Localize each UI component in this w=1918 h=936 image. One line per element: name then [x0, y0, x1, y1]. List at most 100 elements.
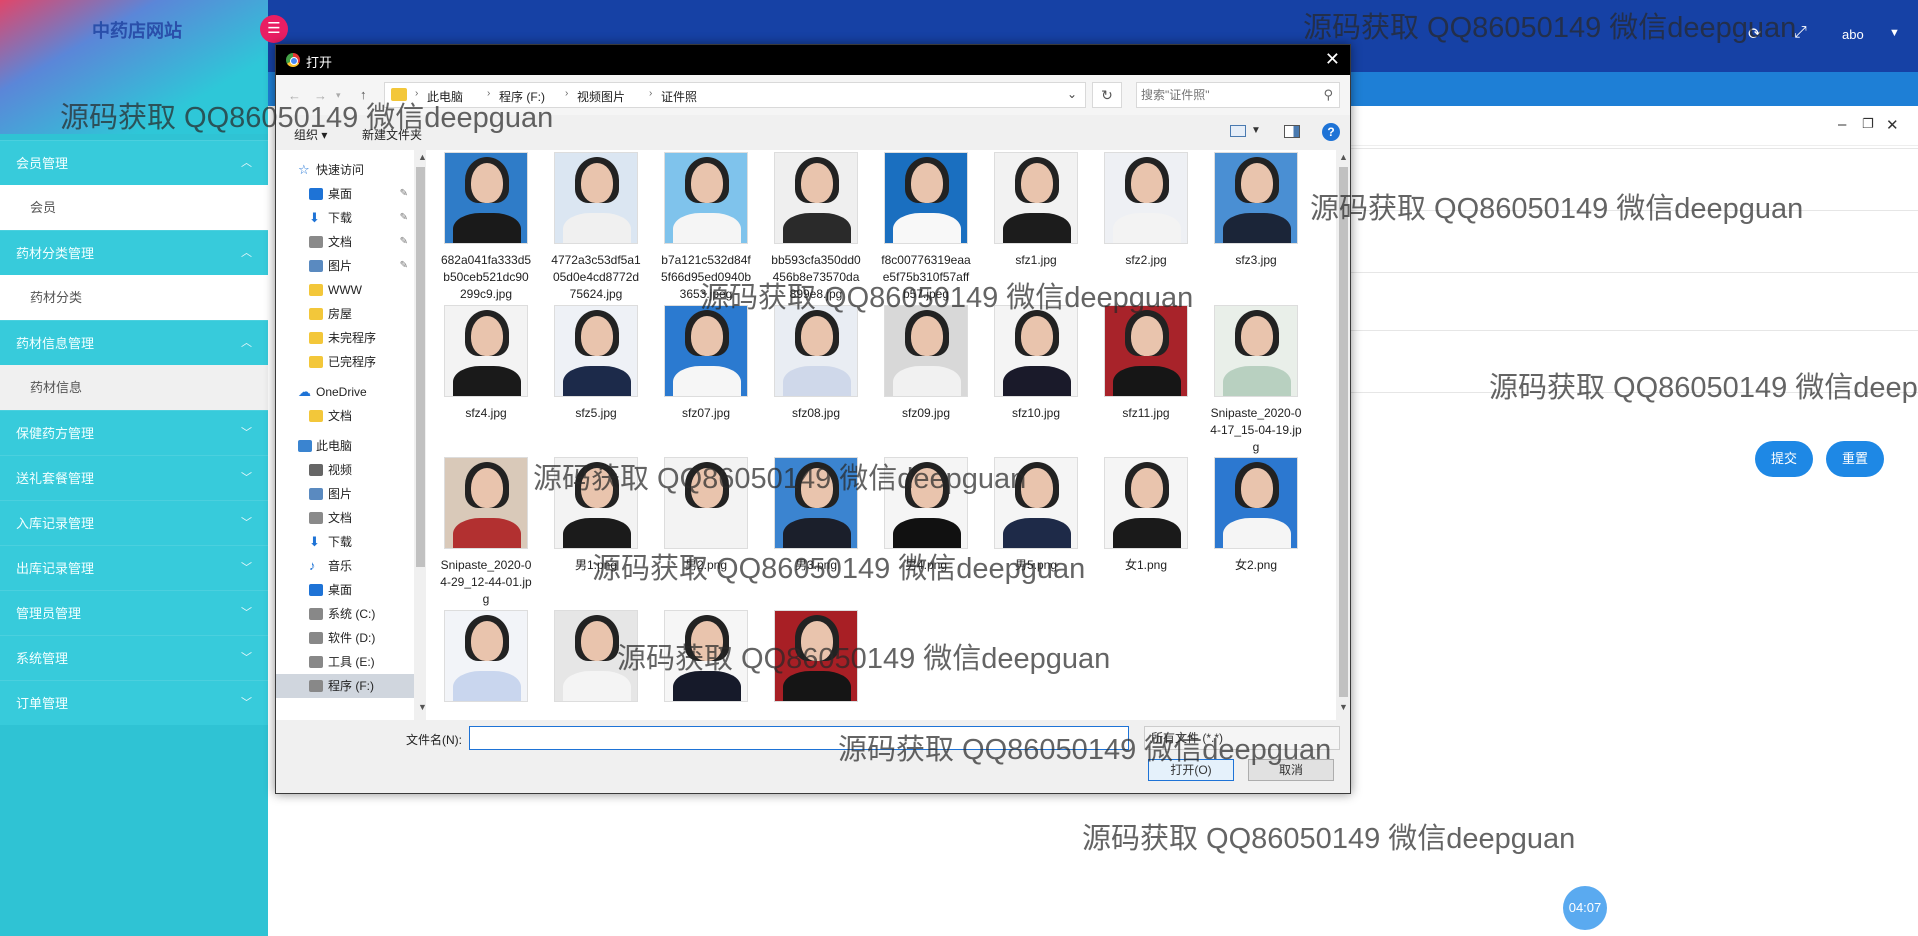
nav-item[interactable]: 图片 ✎	[276, 254, 414, 278]
file-item[interactable]: Snipaste_2020-04-29_12-44-01.jpg	[440, 457, 532, 608]
file-item[interactable]: 男5.png	[990, 457, 1082, 574]
breadcrumb-item[interactable]: 程序 (F:)	[499, 88, 545, 105]
new-folder-button[interactable]: 新建文件夹	[362, 126, 422, 143]
sidebar-group[interactable]: 药材分类管理 ︿	[0, 230, 268, 275]
reset-button[interactable]: 重置	[1826, 441, 1884, 477]
nav-scroll-thumb[interactable]	[416, 167, 425, 567]
nav-item[interactable]: ☆ 快速访问	[276, 158, 414, 182]
file-item[interactable]: sfz09.jpg	[880, 305, 972, 422]
minimize-icon[interactable]: –	[1838, 116, 1846, 133]
address-bar[interactable]: › 此电脑 › 程序 (F:) › 视频图片 › 证件照 ⌄	[384, 82, 1086, 108]
forward-arrow-icon[interactable]: →	[314, 88, 327, 103]
nav-item[interactable]: ⬇ 下载 ✎	[276, 206, 414, 230]
search-icon[interactable]: ⚲	[1323, 87, 1333, 103]
refresh-icon[interactable]: ↻	[1092, 82, 1122, 108]
sidebar-group[interactable]: 出库记录管理 ﹀	[0, 545, 268, 590]
back-arrow-icon[interactable]: ←	[288, 88, 301, 103]
sidebar-item[interactable]: 药材信息	[0, 365, 268, 410]
nav-item[interactable]: 桌面	[276, 578, 414, 602]
nav-item[interactable]: 视频	[276, 458, 414, 482]
breadcrumb-item[interactable]: 此电脑	[427, 88, 463, 105]
file-item[interactable]: 682a041fa333d5b50ceb521dc90299c9.jpg	[440, 152, 532, 303]
file-item[interactable]: bb593cfa350dd0456b8e73570da899e8.jpg	[770, 152, 862, 303]
nav-item[interactable]: 此电脑	[276, 434, 414, 458]
scroll-down-icon[interactable]: ▼	[1339, 702, 1348, 712]
file-item[interactable]: 男2.png	[660, 457, 752, 574]
file-item[interactable]: sfz1.jpg	[990, 152, 1082, 269]
chevron-down-icon[interactable]: ⌄	[1067, 87, 1077, 101]
sidebar-group[interactable]: 订单管理 ﹀	[0, 680, 268, 725]
file-item[interactable]: sfz4.jpg	[440, 305, 532, 422]
nav-item[interactable]: 未完程序	[276, 326, 414, 350]
file-item[interactable]	[660, 610, 752, 702]
menu-toggle-icon[interactable]: ☰	[260, 15, 288, 43]
file-item[interactable]: sfz11.jpg	[1100, 305, 1192, 422]
file-item[interactable]: 女1.png	[1100, 457, 1192, 574]
user-name[interactable]: abo	[1842, 27, 1864, 42]
file-item[interactable]	[550, 610, 642, 702]
sidebar-item[interactable]: 会员	[0, 185, 268, 230]
file-item[interactable]	[770, 610, 862, 702]
filename-input[interactable]	[469, 726, 1129, 750]
nav-item[interactable]: ⬇ 下载	[276, 530, 414, 554]
sidebar-group[interactable]: 送礼套餐管理 ﹀	[0, 455, 268, 500]
file-item[interactable]: sfz07.jpg	[660, 305, 752, 422]
chevron-down-icon[interactable]: ▼	[1251, 125, 1261, 136]
file-item[interactable]: 女2.png	[1210, 457, 1302, 574]
chevron-down-icon[interactable]: ▼	[1889, 27, 1900, 39]
search-box[interactable]: ⚲	[1136, 82, 1340, 108]
sidebar-item[interactable]: 药材分类	[0, 275, 268, 320]
timer-badge[interactable]: 04:07	[1563, 886, 1607, 930]
nav-item[interactable]: 文档	[276, 404, 414, 428]
file-item[interactable]: sfz10.jpg	[990, 305, 1082, 422]
preview-pane-icon[interactable]	[1284, 125, 1300, 138]
file-item[interactable]: sfz2.jpg	[1100, 152, 1192, 269]
cancel-button[interactable]: 取消	[1248, 759, 1334, 781]
breadcrumb-item[interactable]: 视频图片	[577, 88, 625, 105]
nav-item[interactable]: 程序 (F:)	[276, 674, 414, 698]
close-icon[interactable]: ✕	[1886, 116, 1899, 134]
nav-item[interactable]: 桌面 ✎	[276, 182, 414, 206]
search-input[interactable]	[1141, 86, 1311, 104]
file-type-filter[interactable]: 所有文件 (*.*)	[1144, 726, 1340, 750]
file-item[interactable]: 男1.png	[550, 457, 642, 574]
help-icon[interactable]: ?	[1322, 123, 1340, 141]
close-icon[interactable]: ✕	[1325, 49, 1340, 70]
file-item[interactable]: sfz08.jpg	[770, 305, 862, 422]
organize-button[interactable]: 组织 ▾	[294, 126, 327, 143]
view-options-icon[interactable]	[1230, 125, 1246, 137]
sidebar-group[interactable]: 管理员管理 ﹀	[0, 590, 268, 635]
file-scroll-thumb[interactable]	[1339, 167, 1348, 697]
nav-item[interactable]: ♪ 音乐	[276, 554, 414, 578]
file-item[interactable]: 4772a3c53df5a105d0e4cd8772d75624.jpg	[550, 152, 642, 303]
sidebar-group[interactable]: 会员管理 ︿	[0, 140, 268, 185]
file-item[interactable]: 男4.png	[880, 457, 972, 574]
nav-item[interactable]: 文档	[276, 506, 414, 530]
nav-item[interactable]: ☁ OneDrive	[276, 380, 414, 404]
sidebar-group[interactable]: 药材信息管理 ︿	[0, 320, 268, 365]
file-item[interactable]: b7a121c532d84f5f66d95ed0940b3653.jpeg	[660, 152, 752, 303]
nav-item[interactable]: 文档 ✎	[276, 230, 414, 254]
nav-item[interactable]: 工具 (E:)	[276, 650, 414, 674]
refresh-icon[interactable]: ⟳	[1748, 24, 1761, 44]
file-item[interactable]: sfz5.jpg	[550, 305, 642, 422]
sidebar-group[interactable]: 保健药方管理 ﹀	[0, 410, 268, 455]
file-item[interactable]	[440, 610, 532, 702]
scroll-up-icon[interactable]: ▲	[1339, 152, 1348, 162]
sidebar-group[interactable]: 入库记录管理 ﹀	[0, 500, 268, 545]
recent-locations-icon[interactable]: ▾	[336, 90, 341, 101]
file-item[interactable]: Snipaste_2020-04-17_15-04-19.jpg	[1210, 305, 1302, 456]
breadcrumb-item[interactable]: 证件照	[661, 88, 697, 105]
maximize-icon[interactable]: ❐	[1862, 116, 1874, 132]
nav-item[interactable]: 图片	[276, 482, 414, 506]
file-item[interactable]: sfz3.jpg	[1210, 152, 1302, 269]
nav-item[interactable]: 房屋	[276, 302, 414, 326]
nav-item[interactable]: WWW	[276, 278, 414, 302]
nav-item[interactable]: 已完程序	[276, 350, 414, 374]
open-button[interactable]: 打开(O)	[1148, 759, 1234, 781]
up-arrow-icon[interactable]: ↑	[360, 87, 367, 102]
fullscreen-icon[interactable]: ⤢	[1794, 24, 1807, 42]
nav-item[interactable]: 软件 (D:)	[276, 626, 414, 650]
submit-button[interactable]: 提交	[1755, 441, 1813, 477]
file-item[interactable]: 男3.png	[770, 457, 862, 574]
